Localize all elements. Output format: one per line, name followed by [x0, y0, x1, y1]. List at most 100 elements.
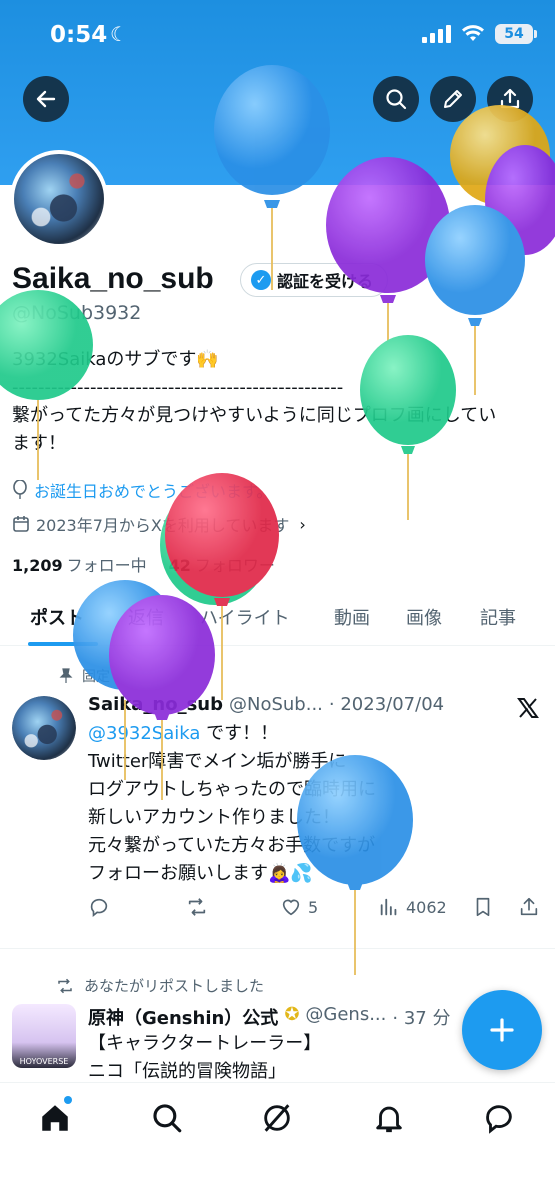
bio-line: ----------------------------------------… — [12, 377, 344, 398]
reply-icon — [90, 898, 108, 917]
pinned-label: 固定 — [82, 669, 110, 685]
profile-tabs: ポスト 返信 ハイライト 動画 画像 記事 — [0, 590, 555, 646]
followers-link[interactable]: 42 フォロワー — [169, 552, 275, 576]
view-count: 4062 — [406, 897, 447, 917]
back-arrow-icon — [36, 90, 56, 108]
nav-notifications[interactable] — [372, 1101, 406, 1135]
repost-icon — [188, 898, 206, 916]
calendar-icon — [13, 516, 29, 532]
reply-button[interactable] — [88, 896, 110, 918]
post-header: Saika_no_sub @NoSub... · 2023/07/04 — [88, 694, 444, 715]
balloon-icon — [13, 480, 27, 499]
bookmark-button[interactable] — [472, 896, 494, 918]
profile-bio: 3932Saikaのサブです🙌 ------------------------… — [12, 346, 542, 458]
moon-icon: ☾ — [110, 22, 128, 46]
tab-articles[interactable]: 記事 — [480, 604, 516, 630]
tab-replies[interactable]: 返信 — [128, 604, 164, 630]
birthday-link[interactable]: お誕生日おめでとうございます。 — [34, 478, 272, 502]
share-button[interactable] — [487, 76, 533, 122]
repost-label: あなたがリポストしました — [84, 977, 265, 995]
profile-avatar[interactable] — [10, 150, 108, 248]
back-button[interactable] — [23, 76, 69, 122]
post-text-line: 新しいアカウント作りました！ — [88, 807, 340, 828]
message-icon — [486, 1105, 512, 1134]
like-button[interactable]: 5 — [280, 896, 318, 918]
nav-home[interactable] — [38, 1101, 72, 1135]
follow-stats: 1,209 フォロー中 42 フォロワー — [12, 552, 275, 576]
joined-text: 2023年7月からXを利用しています — [36, 516, 290, 535]
repost-line: 【キャラクタートレーラー】 — [88, 1033, 322, 1054]
heart-icon — [282, 899, 300, 916]
post-date: · 2023/07/04 — [328, 694, 445, 715]
active-tab-indicator — [28, 642, 98, 646]
post-text-line: ログアウトしちゃったので臨時用に — [88, 779, 376, 800]
share-icon — [500, 88, 520, 109]
following-link[interactable]: 1,209 フォロー中 — [12, 552, 147, 576]
repost-author[interactable]: 原神（Genshin）公式 — [88, 1004, 278, 1030]
post-body: @3932Saika です！！ Twitter障害でメイン垢が勝手に ログアウト… — [88, 720, 376, 888]
home-icon — [42, 1105, 68, 1131]
search-button[interactable] — [373, 76, 419, 122]
post-actions: 5 4062 — [88, 894, 543, 924]
grok-icon — [264, 1104, 290, 1132]
birthday-row: お誕生日おめでとうございます。 — [12, 478, 272, 502]
profile-handle: @NoSub3932 — [12, 302, 142, 324]
verify-button[interactable]: ✓ 認証を受ける — [240, 263, 389, 297]
avatar-text: HOYOVERSE — [19, 1057, 69, 1066]
search-icon — [153, 1104, 182, 1133]
tab-highlights[interactable]: ハイライト — [200, 604, 290, 630]
genshin-avatar[interactable]: HOYOVERSE — [12, 1004, 76, 1068]
bottom-navigation — [0, 1082, 555, 1200]
repost-body: 【キャラクタートレーラー】 ニコ「伝説的冒険物語」 — [88, 1030, 321, 1086]
pencil-icon — [444, 90, 462, 108]
signal-icon — [422, 25, 451, 43]
nav-search[interactable] — [150, 1101, 184, 1135]
bio-line: 3932Saikaのサブです🙌 — [12, 349, 219, 370]
following-label: フォロー中 — [66, 556, 147, 575]
gold-badge-icon: ✪ — [284, 1004, 300, 1025]
compose-button[interactable] — [462, 990, 542, 1070]
home-notification-dot — [64, 1096, 72, 1104]
analytics-icon — [380, 898, 397, 916]
search-icon — [386, 89, 407, 110]
followers-label: フォロワー — [194, 556, 275, 575]
chevron-right-icon: › — [299, 514, 306, 534]
repost-header: 原神（Genshin）公式 ✪ @Gens... · 37 分 — [88, 1004, 450, 1030]
nav-messages[interactable] — [482, 1101, 516, 1135]
followers-count: 42 — [168, 556, 191, 575]
share-icon — [520, 897, 538, 916]
tab-posts[interactable]: ポスト — [30, 604, 84, 630]
status-bar: 0:54 ☾ 54 — [0, 0, 555, 72]
repost-button[interactable] — [186, 896, 208, 918]
post-author[interactable]: Saika_no_sub — [88, 694, 223, 715]
post-text-line: 元々繋がっていた方々お手数ですが — [88, 835, 376, 856]
post-text-line: フォローお願いします🙇‍♀️💦 — [88, 863, 313, 884]
post-mention[interactable]: @3932Saika — [88, 723, 200, 744]
plus-icon — [490, 1018, 514, 1042]
nav-grok[interactable] — [260, 1101, 294, 1135]
bookmark-icon — [476, 897, 490, 917]
edit-button[interactable] — [430, 76, 476, 122]
post-divider — [0, 948, 555, 949]
following-count: 1,209 — [12, 556, 63, 575]
bio-line: 繋がってた方々が見つけやすいように同じプロフ画にしてい — [12, 405, 497, 426]
verify-label: 認証を受ける — [277, 272, 374, 291]
like-count: 5 — [308, 897, 319, 917]
views-button[interactable]: 4062 — [378, 896, 447, 918]
bell-icon — [376, 1106, 402, 1133]
repost-label-row: あなたがリポストしました — [56, 975, 264, 996]
joined-row[interactable]: 2023年7月からXを利用しています › — [12, 512, 306, 536]
repost-time: · 37 分 — [392, 1008, 451, 1029]
post-share-button[interactable] — [518, 896, 540, 918]
tab-videos[interactable]: 動画 — [334, 604, 370, 630]
verified-badge-icon: ✓ — [251, 270, 271, 290]
post-text: です！！ — [200, 723, 279, 744]
tab-images[interactable]: 画像 — [406, 604, 442, 630]
wifi-icon — [462, 25, 484, 41]
battery-icon: 54 — [495, 24, 537, 44]
pin-icon — [59, 668, 73, 683]
repost-icon — [58, 978, 72, 993]
post-avatar[interactable] — [12, 696, 76, 760]
x-logo-icon — [517, 698, 539, 718]
post-text-line: Twitter障害でメイン垢が勝手に — [88, 751, 347, 772]
